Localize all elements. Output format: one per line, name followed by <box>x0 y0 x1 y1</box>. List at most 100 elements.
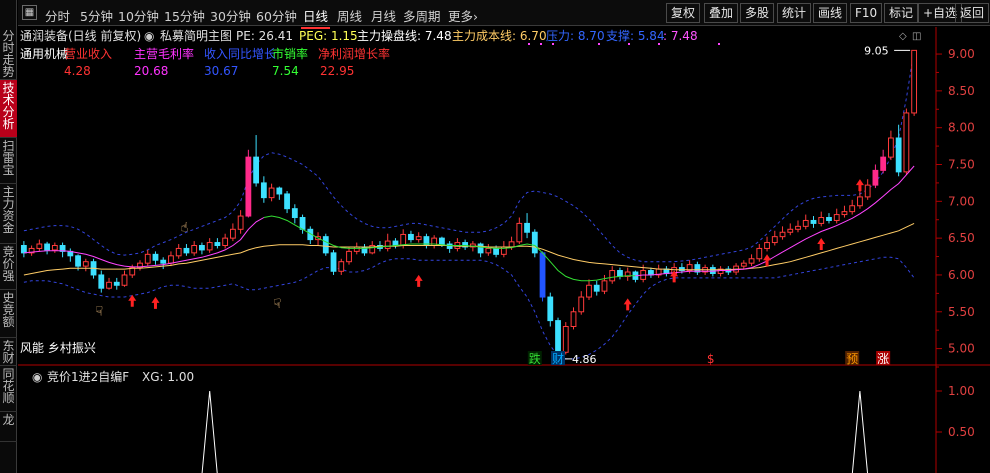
toolbar-button-3[interactable]: 统计 <box>777 3 812 23</box>
header-dot-marker <box>658 43 660 45</box>
period-tab-2[interactable]: 10分钟 <box>118 6 159 25</box>
candle-body <box>253 156 260 184</box>
buy-arrow-icon <box>151 296 160 309</box>
fundamental-label-4: 净利润增长率 <box>318 46 390 61</box>
candle-body <box>183 247 190 254</box>
candle-body <box>555 320 561 353</box>
price-tick-label: 6.50 <box>948 231 975 245</box>
candle-body <box>895 137 902 173</box>
candle-body <box>260 182 267 199</box>
candle-body <box>764 242 770 249</box>
period-toolbar: ▦ 分时 5分钟 10分钟 15分钟 30分钟 60分钟 日线 周线 月线 多周期 更多› 复权 叠加… <box>18 0 990 29</box>
price-tick-label: 9.00 <box>948 47 975 61</box>
event-marker-0[interactable]: 跌 <box>529 351 541 366</box>
sidebar-tab-7[interactable]: 同 花 顺 <box>0 366 17 412</box>
candle-body <box>709 267 716 274</box>
candle-body <box>903 112 910 173</box>
candle-body <box>771 236 778 244</box>
event-marker-1[interactable]: 财 <box>552 352 564 366</box>
fundamental-label-3: 市销率 <box>272 46 308 61</box>
cost-line <box>23 222 915 276</box>
candle-body <box>175 247 182 257</box>
candle-body <box>872 169 879 186</box>
fundamental-value-2: 30.67 <box>204 64 238 78</box>
period-tab-1[interactable]: 5分钟 <box>80 6 113 25</box>
candle-body <box>888 137 894 158</box>
period-tab-0[interactable]: 分时 <box>45 6 70 25</box>
diamond-icon[interactable]: ◇ <box>899 31 907 42</box>
sidebar-tab-0[interactable]: 分 时 走 势 <box>0 28 17 80</box>
sidebar-tab-5[interactable]: 史 竞 额 <box>0 290 17 338</box>
candle-body <box>911 49 918 114</box>
sub-indicator-dropdown-icon[interactable]: ◉ <box>32 370 42 384</box>
candle-body <box>524 222 530 233</box>
event-marker-3[interactable]: 预 <box>846 352 858 366</box>
candle-body <box>106 281 112 289</box>
candle-body <box>392 240 399 246</box>
indicator-main-name[interactable]: 私募简明主图 <box>160 29 232 43</box>
event-marker-2[interactable]: $ <box>707 352 715 366</box>
toolbar-button-6[interactable]: 标记 <box>884 3 919 23</box>
buy-arrow-icon <box>763 254 772 267</box>
period-tab-8[interactable]: 月线 <box>371 6 396 25</box>
sidebar-tab-8[interactable]: 龙 <box>0 412 17 442</box>
toolbar-button-5[interactable]: F10 <box>850 3 883 23</box>
toolbar-button-1[interactable]: 叠加 <box>704 3 739 23</box>
toolbar-button-4[interactable]: 画线 <box>813 3 848 23</box>
candle-body <box>113 281 120 286</box>
period-tab-4[interactable]: 30分钟 <box>210 6 251 25</box>
candle-body <box>756 247 763 260</box>
candle-body <box>446 243 453 249</box>
period-tab-3[interactable]: 15分钟 <box>164 6 205 25</box>
period-tab-10[interactable]: 更多› <box>448 6 478 25</box>
event-marker-4[interactable]: 涨 <box>877 351 889 366</box>
toolbar-button-0[interactable]: 复权 <box>666 3 701 23</box>
period-tab-9[interactable]: 多周期 <box>403 6 441 25</box>
candle-body <box>547 296 554 322</box>
toolbar-button-2[interactable]: 多股 <box>740 3 775 23</box>
grid-menu-icon[interactable]: ▦ <box>22 5 37 20</box>
sub-indicator-title: 竞价1进2自编F <box>47 369 129 384</box>
left-vertical-tabs: 分 时 走 势技 术 分 析扫 雷 宝主 力 资 金竞 价 强史 竞 额东 财同… <box>0 0 17 473</box>
candle-body <box>276 187 283 195</box>
period-tab-7[interactable]: 周线 <box>337 6 362 25</box>
candle-body <box>439 237 445 245</box>
period-tab-6[interactable]: 日线 <box>300 6 331 29</box>
price-tick-label: 8.50 <box>948 84 975 98</box>
pe-value: PE: 26.41 <box>236 29 293 43</box>
candle-body <box>562 326 569 353</box>
sub-axis-label: 0.50 <box>948 425 975 439</box>
candle-body <box>493 247 499 255</box>
sidebar-tab-4[interactable]: 竞 价 强 <box>0 244 17 290</box>
industry-label: 通用机械 <box>20 46 68 61</box>
hand-pointer-icon: ☟ <box>273 297 281 312</box>
candle-body <box>322 236 329 254</box>
peg-value: PEG: 1.15 <box>299 29 358 43</box>
period-tab-5[interactable]: 60分钟 <box>256 6 297 25</box>
kline-chart[interactable]: ☟ ☝ ☟ 9.05 4.86 跌财 $ 预 涨 9.00 8.50 8.00 7.50 7.00 6.5… <box>18 27 990 473</box>
candle-body <box>237 215 244 230</box>
overlay-toggle-icon[interactable]: ◫ <box>912 31 921 42</box>
low-price-label: 4.86 <box>572 353 597 366</box>
toolbar-button-8[interactable]: 返回 <box>955 3 990 23</box>
header-dot-marker <box>552 43 554 45</box>
price-tick-label: 6.00 <box>948 268 975 282</box>
sidebar-tab-3[interactable]: 主 力 资 金 <box>0 184 17 244</box>
sidebar-tab-1[interactable]: 技 术 分 析 <box>0 80 17 138</box>
candle-body <box>802 219 809 227</box>
sidebar-tab-2[interactable]: 扫 雷 宝 <box>0 138 17 184</box>
candle-body <box>222 237 229 247</box>
candle-body <box>214 242 221 247</box>
sidebar-tab-6[interactable]: 东 财 <box>0 338 17 366</box>
fundamental-value-3: 7.54 <box>272 64 299 78</box>
candle-body <box>880 156 887 171</box>
price-tick-label: 8.00 <box>948 121 975 135</box>
high-price-label: 9.05 <box>864 44 889 57</box>
hand-pointer-icon: ☟ <box>95 304 103 319</box>
indicator-dropdown-icon[interactable]: ◉ <box>144 29 154 43</box>
candle-body <box>787 228 794 233</box>
sub-axis-label: 1.00 <box>948 384 975 398</box>
xg-signal-line <box>201 390 869 473</box>
candle-body <box>82 261 89 267</box>
candle-body <box>841 211 848 216</box>
